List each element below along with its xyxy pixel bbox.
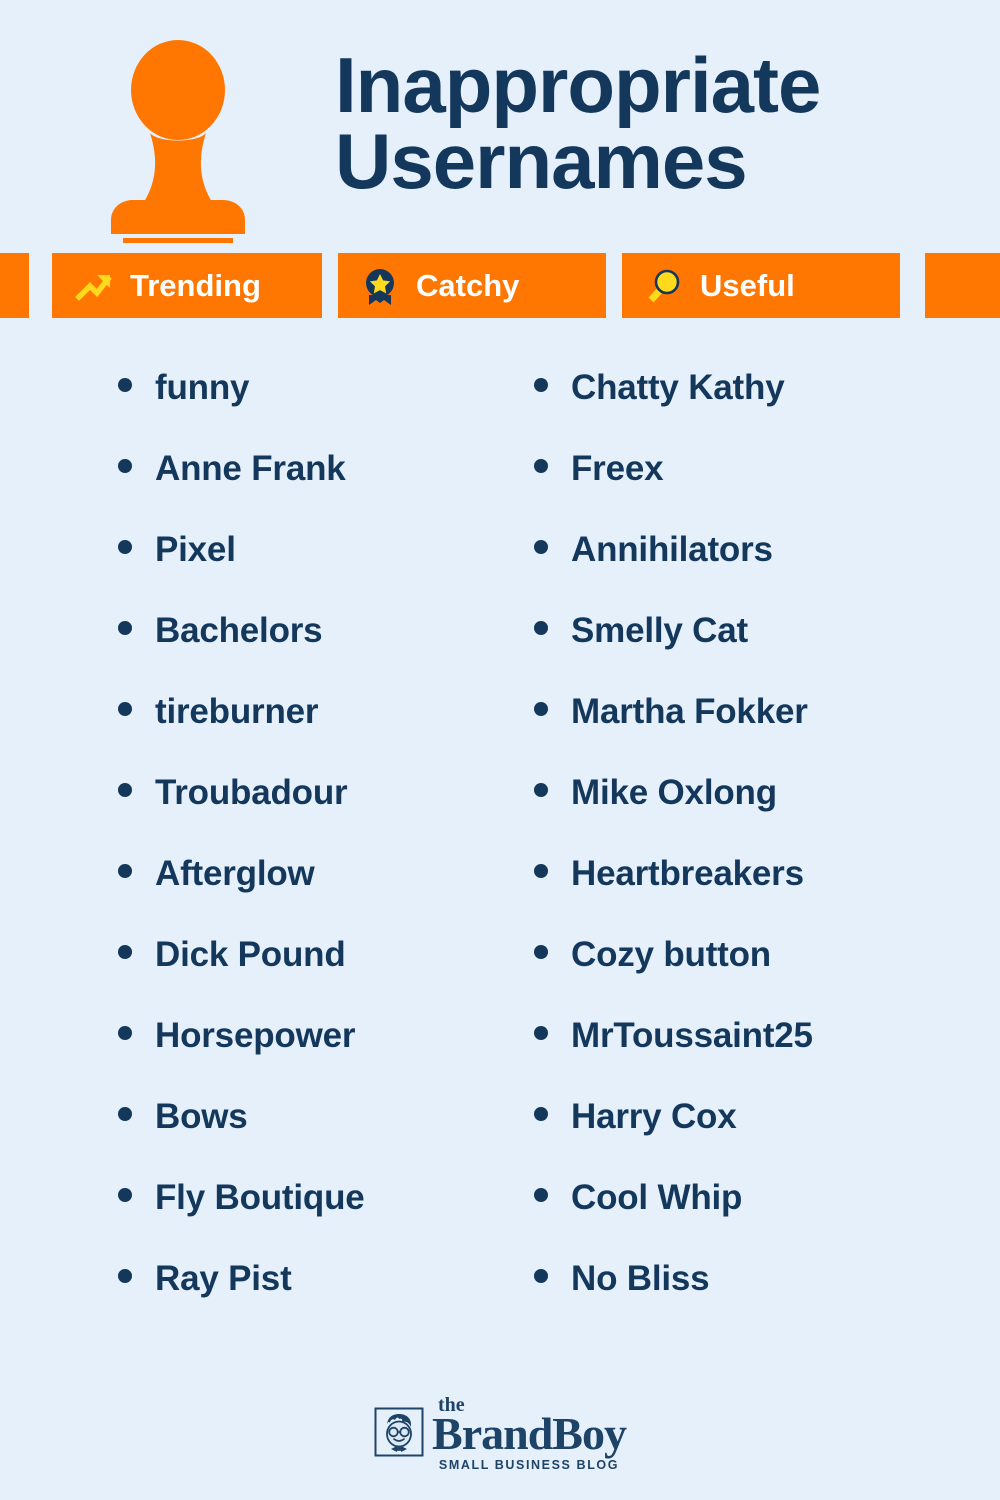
list-item-label: Harry Cox [571, 1097, 737, 1136]
badge-bar: Trending Catchy Useful [0, 253, 1000, 318]
left-column: funny Anne Frank Pixel Bachelors tirebur… [0, 370, 500, 1342]
list-item-label: Ray Pist [155, 1259, 292, 1298]
list-item: Troubadour [118, 775, 500, 856]
bullet-icon [118, 783, 132, 797]
list-item-label: Anne Frank [155, 449, 346, 488]
footer: the BrandBoy SMALL BUSINESS BLOG [0, 1395, 1000, 1472]
bullet-icon [118, 1026, 132, 1040]
badge-useful[interactable]: Useful [622, 253, 900, 318]
list-item: tireburner [118, 694, 500, 775]
bullet-icon [118, 945, 132, 959]
list-item: Cozy button [534, 937, 1000, 1018]
list-item: Annihilators [534, 532, 1000, 613]
badge-catchy[interactable]: Catchy [338, 253, 606, 318]
bullet-icon [534, 378, 548, 392]
list-item: Pixel [118, 532, 500, 613]
list-item: No Bliss [534, 1261, 1000, 1342]
list-item-label: Bachelors [155, 611, 323, 650]
list-item: Fly Boutique [118, 1180, 500, 1261]
brandboy-wordmark: the BrandBoy SMALL BUSINESS BLOG [432, 1395, 627, 1472]
logo-name-text: BrandBoy [432, 1408, 627, 1459]
title-line-1: Inappropriate [335, 41, 821, 129]
bullet-icon [118, 1188, 132, 1202]
bullet-icon [534, 1107, 548, 1121]
badge-bar-left-edge [0, 253, 29, 318]
logo-tagline-text: SMALL BUSINESS BLOG [438, 1458, 620, 1472]
boy-with-glasses-icon [374, 1407, 424, 1457]
list-item: Harry Cox [534, 1099, 1000, 1180]
list-item-label: Cool Whip [571, 1178, 743, 1217]
list-item-label: Fly Boutique [155, 1178, 365, 1217]
list-item: Mike Oxlong [534, 775, 1000, 856]
magnifying-glass-icon [644, 266, 684, 306]
list-item: Dick Pound [118, 937, 500, 1018]
list-item: Martha Fokker [534, 694, 1000, 775]
bullet-icon [534, 540, 548, 554]
bullet-icon [534, 945, 548, 959]
list-item: Bachelors [118, 613, 500, 694]
header: Inappropriate Usernames [0, 0, 1000, 259]
list-item-label: Troubadour [155, 773, 348, 812]
username-lists: funny Anne Frank Pixel Bachelors tirebur… [0, 370, 1000, 1342]
list-item-label: Afterglow [155, 854, 315, 893]
list-item-label: Pixel [155, 530, 236, 569]
list-item-label: Cozy button [571, 935, 771, 974]
list-item-label: Smelly Cat [571, 611, 748, 650]
bullet-icon [534, 459, 548, 473]
bullet-icon [118, 1107, 132, 1121]
list-item-label: MrToussaint25 [571, 1016, 813, 1055]
list-item: Anne Frank [118, 451, 500, 532]
list-item: funny [118, 370, 500, 451]
bullet-icon [534, 1026, 548, 1040]
list-item: Chatty Kathy [534, 370, 1000, 451]
list-item-label: Mike Oxlong [571, 773, 777, 812]
list-item-label: No Bliss [571, 1259, 710, 1298]
list-item: Cool Whip [534, 1180, 1000, 1261]
list-item-label: Dick Pound [155, 935, 346, 974]
bullet-icon [118, 378, 132, 392]
badge-useful-label: Useful [700, 267, 795, 303]
list-item-label: Heartbreakers [571, 854, 804, 893]
badge-bar-right-edge [925, 253, 1000, 318]
title-line-2: Usernames [335, 116, 748, 205]
bullet-icon [534, 1269, 548, 1283]
rubber-stamp-icon [78, 38, 278, 259]
bullet-icon [118, 459, 132, 473]
list-item-label: funny [155, 368, 250, 407]
badge-trending[interactable]: Trending [52, 253, 322, 318]
list-item-label: Annihilators [571, 530, 773, 569]
list-item: Horsepower [118, 1018, 500, 1099]
bullet-icon [534, 783, 548, 797]
list-item: Freex [534, 451, 1000, 532]
badge-catchy-label: Catchy [416, 267, 520, 303]
bullet-icon [534, 702, 548, 716]
list-item: Afterglow [118, 856, 500, 937]
list-item-label: Freex [571, 449, 664, 488]
bullet-icon [118, 621, 132, 635]
bullet-icon [118, 1269, 132, 1283]
list-item-label: Horsepower [155, 1016, 356, 1055]
list-item: Ray Pist [118, 1261, 500, 1342]
list-item: Heartbreakers [534, 856, 1000, 937]
bullet-icon [118, 702, 132, 716]
page-title: Inappropriate Usernames [335, 41, 935, 205]
bullet-icon [118, 540, 132, 554]
right-column: Chatty Kathy Freex Annihilators Smelly C… [500, 370, 1000, 1342]
bullet-icon [534, 1188, 548, 1202]
list-item: MrToussaint25 [534, 1018, 1000, 1099]
bullet-icon [118, 864, 132, 878]
list-item-label: tireburner [155, 692, 319, 731]
list-item-label: Martha Fokker [571, 692, 808, 731]
list-item-label: Bows [155, 1097, 248, 1136]
bullet-icon [534, 621, 548, 635]
list-item: Smelly Cat [534, 613, 1000, 694]
brandboy-logo[interactable]: the BrandBoy SMALL BUSINESS BLOG [374, 1395, 627, 1472]
list-item-label: Chatty Kathy [571, 368, 785, 407]
award-ribbon-star-icon [360, 266, 400, 306]
bullet-icon [534, 864, 548, 878]
list-item: Bows [118, 1099, 500, 1180]
badge-trending-label: Trending [130, 267, 261, 303]
trending-arrow-icon [74, 266, 114, 306]
